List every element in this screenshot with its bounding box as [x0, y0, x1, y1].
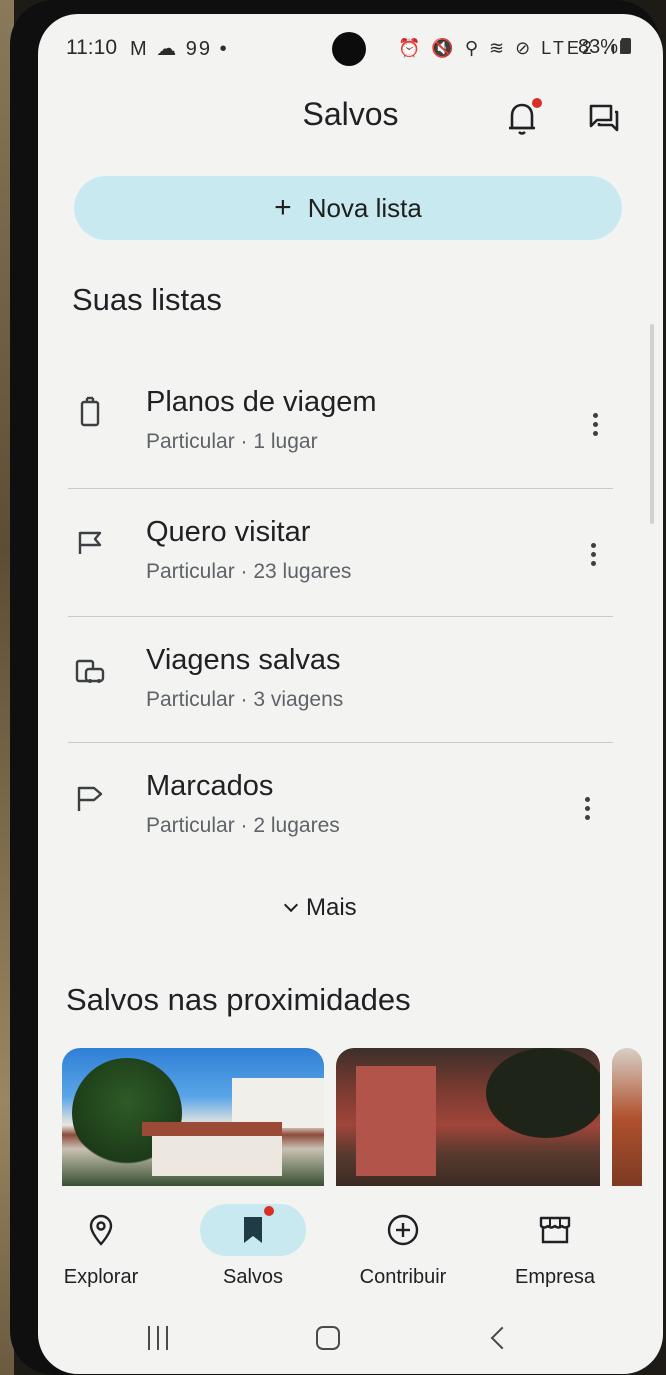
nav-explorar[interactable]: Explorar	[38, 1196, 166, 1296]
nav-icon-container	[200, 1204, 306, 1256]
recents-button[interactable]	[136, 1318, 180, 1358]
flag-icon	[78, 531, 102, 554]
list-meta: Particular · 3 viagens	[146, 688, 344, 711]
nav-empresa[interactable]: Empresa	[490, 1196, 620, 1296]
trips-icon	[75, 659, 105, 683]
more-lists-label: Mais	[306, 894, 357, 921]
app-screen: 11:10 M ☁ 99 • ⏰ 🔇 ⚲ ≋ ⊘ LTE2 .ıl 83% Sa…	[38, 14, 663, 1374]
system-navigation-bar	[38, 1306, 663, 1374]
plus-icon: +	[274, 191, 292, 224]
location-pin-icon	[89, 1214, 113, 1246]
status-time: 11:10	[66, 36, 117, 59]
your-lists-heading: Suas listas	[72, 282, 222, 317]
bottom-navigation: Explorar Salvos Contribuir Empresa	[38, 1186, 663, 1306]
nav-label: Explorar	[63, 1266, 139, 1288]
nav-badge	[264, 1206, 274, 1216]
more-options-button[interactable]	[572, 788, 602, 828]
list-meta: Particular · 23 lugares	[146, 560, 352, 583]
photo-sign	[232, 1078, 324, 1128]
new-list-label: Nova lista	[307, 192, 422, 223]
nav-icon-container	[502, 1204, 608, 1256]
list-name: Quero visitar	[146, 516, 311, 548]
notifications-button[interactable]	[504, 98, 544, 138]
nearby-saved-heading: Salvos nas proximidades	[66, 982, 411, 1017]
nav-icon-container	[350, 1204, 456, 1256]
list-name: Marcados	[146, 770, 274, 802]
nav-icon-container	[48, 1204, 154, 1256]
place-card-castle[interactable]	[336, 1048, 600, 1188]
nav-label: Contribuir	[359, 1266, 447, 1288]
starred-flag-icon	[77, 786, 103, 811]
list-item-marcados[interactable]: Marcados Particular · 2 lugares	[68, 768, 613, 888]
more-options-button[interactable]	[580, 404, 610, 444]
list-item-planos-de-viagem[interactable]: Planos de viagem Particular · 1 lugar	[68, 384, 613, 504]
divider	[68, 742, 613, 743]
page-title: Salvos	[302, 96, 399, 132]
divider	[68, 616, 613, 617]
battery-icon	[621, 38, 632, 54]
status-bar: 11:10 M ☁ 99 • ⏰ 🔇 ⚲ ≋ ⊘ LTE2 .ıl 83%	[38, 32, 663, 68]
scrollbar[interactable]	[650, 324, 654, 524]
new-list-button[interactable]: + Nova lista	[74, 176, 622, 240]
back-button[interactable]	[480, 1318, 524, 1358]
notification-icons: M ☁ 99 •	[130, 38, 229, 60]
photo-building	[152, 1136, 282, 1176]
notification-badge	[532, 98, 542, 108]
photo-castle-tower	[356, 1066, 436, 1176]
more-lists-button[interactable]: Mais	[283, 894, 357, 922]
recents-icon	[148, 1326, 168, 1350]
bookmark-icon	[244, 1217, 262, 1243]
battery-level: 83%	[578, 36, 619, 58]
place-card-museum[interactable]	[62, 1048, 324, 1188]
feed-button[interactable]	[586, 100, 626, 140]
list-meta: Particular · 1 lugar	[146, 430, 318, 453]
place-card-partial[interactable]	[612, 1048, 642, 1188]
list-name: Planos de viagem	[146, 386, 377, 418]
home-icon	[316, 1326, 340, 1350]
nav-label: Empresa	[514, 1266, 596, 1288]
front-camera	[332, 32, 366, 66]
battery-indicator: 83%	[578, 36, 632, 59]
list-name: Viagens salvas	[146, 644, 341, 676]
list-meta: Particular · 2 lugares	[146, 814, 340, 837]
storefront-icon	[539, 1216, 571, 1244]
luggage-icon	[80, 396, 100, 427]
photo-roof	[142, 1122, 282, 1136]
home-button[interactable]	[306, 1318, 350, 1358]
chevron-down-icon	[283, 897, 299, 913]
nav-label: Salvos	[222, 1266, 284, 1288]
divider	[68, 488, 613, 489]
nav-contribuir[interactable]: Contribuir	[338, 1196, 468, 1296]
back-icon	[490, 1326, 514, 1350]
messages-icon	[589, 104, 619, 132]
nav-salvos[interactable]: Salvos	[188, 1196, 318, 1296]
add-circle-icon	[387, 1214, 419, 1246]
more-options-button[interactable]	[578, 534, 608, 574]
list-item-viagens-salvas[interactable]: Viagens salvas Particular · 3 viagens	[68, 642, 613, 762]
photo-tree	[486, 1048, 600, 1138]
